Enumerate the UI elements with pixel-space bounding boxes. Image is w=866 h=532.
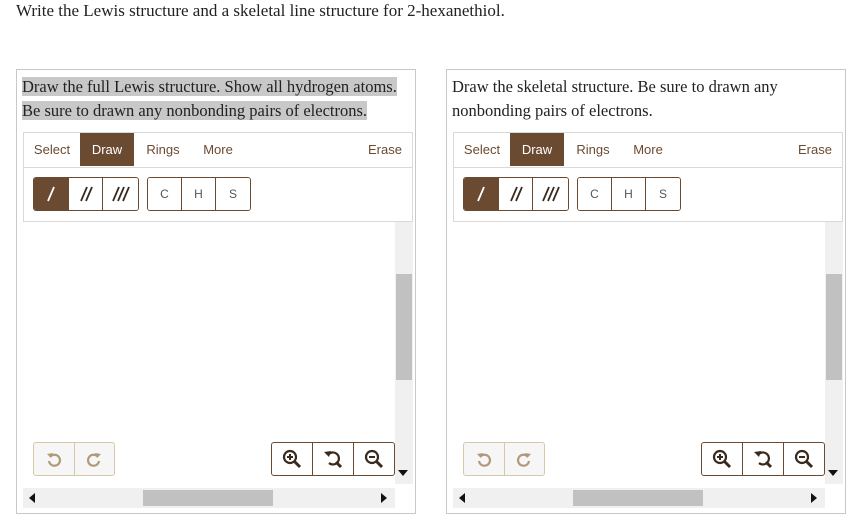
tab-select[interactable]: Select <box>454 133 510 166</box>
skeletal-structure-panel: Draw the skeletal structure. Be sure to … <box>446 69 846 514</box>
zoom-reset-button[interactable] <box>313 443 354 475</box>
zoom-in-icon <box>282 449 302 469</box>
instruction-text: Draw the full Lewis structure. Show all … <box>22 75 412 123</box>
horizontal-scrollbar[interactable] <box>453 488 825 508</box>
triple-bond-button[interactable] <box>533 178 568 210</box>
lewis-structure-panel: Draw the full Lewis structure. Show all … <box>16 69 416 514</box>
vertical-scroll-thumb[interactable] <box>826 274 842 380</box>
instruction-line-2: Be sure to drawn any nonbonding pairs of… <box>22 101 368 120</box>
undo-redo-group <box>463 442 545 476</box>
tab-erase[interactable]: Erase <box>790 133 840 166</box>
single-bond-icon <box>47 186 55 202</box>
bond-buttons <box>463 177 569 211</box>
tab-rings[interactable]: Rings <box>138 133 188 166</box>
zoom-controls <box>701 442 825 476</box>
tab-rings[interactable]: Rings <box>568 133 618 166</box>
double-bond-button[interactable] <box>499 178 533 210</box>
triple-bond-icon <box>541 186 560 202</box>
double-bond-button[interactable] <box>69 178 103 210</box>
tab-draw[interactable]: Draw <box>80 133 134 166</box>
atom-buttons: C H S <box>577 177 681 211</box>
double-bond-icon <box>509 186 523 202</box>
triple-bond-icon <box>111 186 130 202</box>
atom-c-button[interactable]: C <box>578 178 612 210</box>
tab-more[interactable]: More <box>194 133 242 166</box>
atom-h-button[interactable]: H <box>182 178 216 210</box>
zoom-in-icon <box>712 449 732 469</box>
bond-buttons <box>33 177 139 211</box>
zoom-out-icon <box>364 449 384 469</box>
drawing-toolbar: Select Draw Rings More Erase C H S <box>23 132 413 222</box>
atom-h-button[interactable]: H <box>612 178 646 210</box>
tab-more[interactable]: More <box>624 133 672 166</box>
single-bond-icon <box>477 186 485 202</box>
scroll-right-arrow-icon[interactable] <box>811 493 817 503</box>
toolbar-tabs: Select Draw Rings More Erase <box>454 133 842 168</box>
undo-icon <box>46 453 61 467</box>
tab-select[interactable]: Select <box>24 133 80 166</box>
vertical-scroll-thumb[interactable] <box>396 274 412 380</box>
redo-icon <box>517 453 532 467</box>
undo-redo-group <box>33 442 115 476</box>
zoom-reset-icon <box>754 451 773 469</box>
vertical-scrollbar[interactable] <box>825 222 843 484</box>
scroll-left-arrow-icon[interactable] <box>29 493 35 503</box>
redo-button[interactable] <box>505 443 545 475</box>
atom-s-button[interactable]: S <box>216 178 250 210</box>
redo-icon <box>87 453 102 467</box>
vertical-scrollbar[interactable] <box>395 222 413 484</box>
undo-icon <box>476 453 491 467</box>
zoom-in-button[interactable] <box>272 443 313 475</box>
tab-erase[interactable]: Erase <box>360 133 410 166</box>
scroll-left-arrow-icon[interactable] <box>459 493 465 503</box>
redo-button[interactable] <box>75 443 115 475</box>
undo-button[interactable] <box>464 443 505 475</box>
zoom-reset-button[interactable] <box>743 443 784 475</box>
zoom-out-button[interactable] <box>784 443 824 475</box>
instruction-line-2: nonbonding pairs of electrons. <box>452 101 653 120</box>
triple-bond-button[interactable] <box>103 178 138 210</box>
scroll-right-arrow-icon[interactable] <box>381 493 387 503</box>
question-text: Write the Lewis structure and a skeletal… <box>16 1 505 20</box>
instruction-line-1: Draw the full Lewis structure. Show all … <box>22 77 397 96</box>
toolbar-tabs: Select Draw Rings More Erase <box>24 133 412 168</box>
zoom-in-button[interactable] <box>702 443 743 475</box>
single-bond-button[interactable] <box>464 178 499 210</box>
scroll-down-arrow-icon[interactable] <box>398 470 408 476</box>
atom-s-button[interactable]: S <box>646 178 680 210</box>
zoom-controls <box>271 442 395 476</box>
instruction-text: Draw the skeletal structure. Be sure to … <box>452 75 842 123</box>
horizontal-scroll-thumb[interactable] <box>143 490 273 506</box>
undo-button[interactable] <box>34 443 75 475</box>
double-bond-icon <box>79 186 93 202</box>
horizontal-scroll-thumb[interactable] <box>573 490 703 506</box>
horizontal-scrollbar[interactable] <box>23 488 395 508</box>
single-bond-button[interactable] <box>34 178 69 210</box>
instruction-line-1: Draw the skeletal structure. Be sure to … <box>452 77 778 96</box>
drawing-toolbar: Select Draw Rings More Erase C H S <box>453 132 843 222</box>
atom-c-button[interactable]: C <box>148 178 182 210</box>
scroll-down-arrow-icon[interactable] <box>828 470 838 476</box>
zoom-out-icon <box>794 449 814 469</box>
zoom-out-button[interactable] <box>354 443 394 475</box>
atom-buttons: C H S <box>147 177 251 211</box>
zoom-reset-icon <box>324 451 343 469</box>
tab-draw[interactable]: Draw <box>510 133 564 166</box>
